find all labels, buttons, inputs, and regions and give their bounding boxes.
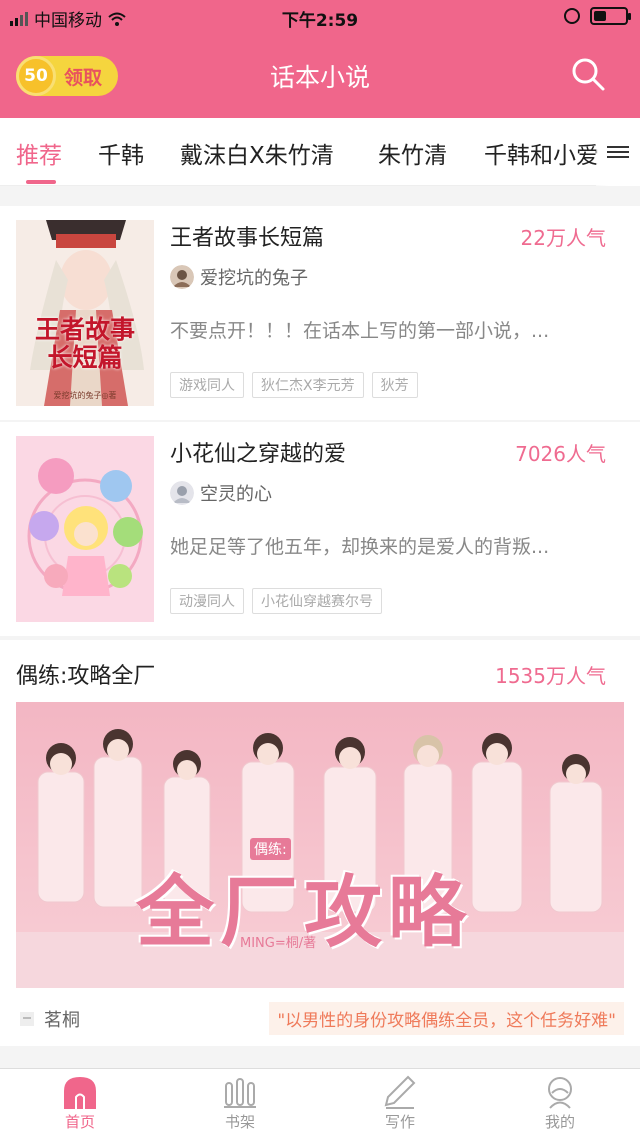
tab-recommend[interactable]: 推荐 bbox=[16, 136, 62, 170]
bottom-nav: 首页 书架 写作 我的 bbox=[0, 1068, 640, 1138]
status-time: 下午2:59 bbox=[281, 11, 359, 31]
cover-title-line1: 王者故事 bbox=[34, 315, 135, 344]
author-name: 爱挖坑的兔子 bbox=[200, 268, 308, 289]
featured-author[interactable]: 茗桐 bbox=[20, 1006, 80, 1032]
pen-icon bbox=[384, 1075, 416, 1109]
page-title: 话本小说 bbox=[269, 63, 370, 92]
nav-write[interactable]: 写作 bbox=[360, 1075, 440, 1132]
featured-banner[interactable]: 全厂攻略 偶练: MING=桐/著 bbox=[16, 702, 624, 988]
nav-home[interactable]: 首页 bbox=[40, 1075, 120, 1132]
tab-zhuzhuqing[interactable]: 朱竹清 bbox=[378, 136, 447, 170]
book-cover bbox=[16, 436, 154, 622]
battery-icon bbox=[590, 7, 631, 25]
book-tag[interactable]: 狄芳 bbox=[371, 372, 418, 398]
popularity-count: 22万人气 bbox=[520, 226, 606, 250]
featured-card[interactable]: 偶练:攻略全厂 1535万人气 全厂攻略 偶练: MING=桐/著 茗桐 "以男… bbox=[0, 640, 640, 1046]
banner-subtitle: 偶练: bbox=[250, 838, 291, 860]
nav-bookshelf-label: 书架 bbox=[224, 1113, 255, 1131]
featured-title[interactable]: 偶练:攻略全厂 bbox=[16, 658, 155, 690]
profile-icon bbox=[548, 1077, 572, 1109]
popularity-count: 7026人气 bbox=[515, 442, 606, 466]
status-bar: 中国移动 下午2:59 bbox=[0, 0, 640, 34]
tab-qianhan[interactable]: 千韩 bbox=[98, 136, 144, 170]
book-author[interactable]: 爱挖坑的兔子 bbox=[170, 264, 308, 290]
book-description: 她足足等了他五年，却换来的是爱人的背叛... bbox=[170, 536, 550, 558]
tabs-menu-icon[interactable] bbox=[596, 118, 640, 186]
popularity-count: 1535万人气 bbox=[495, 664, 606, 688]
active-tab-indicator bbox=[26, 180, 56, 184]
book-title[interactable]: 小花仙之穿越的爱 bbox=[170, 436, 346, 468]
orientation-lock-icon bbox=[564, 8, 580, 24]
search-icon[interactable] bbox=[570, 56, 606, 92]
tab-qianhan-xiaoai[interactable]: 千韩和小爱 bbox=[484, 136, 599, 170]
author-name: 空灵的心 bbox=[200, 484, 272, 505]
book-description: 不要点开！！！在话本上写的第一部小说，... bbox=[170, 320, 550, 342]
nav-write-label: 写作 bbox=[384, 1113, 415, 1131]
book-card[interactable]: 小花仙之穿越的爱 7026人气 空灵的心 她足足等了他五年，却换来的是爱人的背叛… bbox=[0, 422, 640, 636]
category-tabs: 推荐 千韩 戴沫白X朱竹清 朱竹清 千韩和小爱 bbox=[0, 118, 640, 186]
book-card[interactable]: 王者故事 长短篇 爱挖坑的兔子◎著 王者故事长短篇 22万人气 爱挖坑的兔子 不… bbox=[0, 206, 640, 420]
author-name: 茗桐 bbox=[44, 1010, 80, 1031]
cover-title-line2: 长短篇 bbox=[47, 343, 123, 372]
avatar bbox=[170, 265, 194, 289]
home-icon bbox=[64, 1077, 96, 1109]
nav-profile[interactable]: 我的 bbox=[520, 1075, 600, 1132]
book-cover: 王者故事 长短篇 爱挖坑的兔子◎著 bbox=[16, 220, 154, 406]
featured-quote: "以男性的身份攻略偶练全员，这个任务好难" bbox=[269, 1002, 624, 1035]
book-tag[interactable]: 动漫同人 bbox=[170, 588, 244, 614]
nav-bookshelf[interactable]: 书架 bbox=[200, 1075, 280, 1132]
book-author[interactable]: 空灵的心 bbox=[170, 480, 272, 506]
avatar bbox=[20, 1012, 34, 1026]
bookshelf-icon bbox=[224, 1078, 256, 1108]
avatar bbox=[170, 481, 194, 505]
tab-daimobai-zhuzhuqing[interactable]: 戴沫白X朱竹清 bbox=[180, 136, 334, 170]
app-header: 中国移动 下午2:59 50 领取 话本小说 bbox=[0, 0, 640, 118]
nav-home-label: 首页 bbox=[64, 1113, 95, 1131]
book-tag[interactable]: 游戏同人 bbox=[170, 372, 244, 398]
book-tag[interactable]: 狄仁杰X李元芳 bbox=[252, 372, 364, 398]
book-tag[interactable]: 小花仙穿越赛尔号 bbox=[252, 588, 382, 614]
cover-credit: 爱挖坑的兔子◎著 bbox=[53, 391, 117, 400]
nav-profile-label: 我的 bbox=[544, 1113, 575, 1131]
banner-credit: MING=桐/著 bbox=[240, 936, 317, 951]
book-title[interactable]: 王者故事长短篇 bbox=[170, 220, 324, 252]
